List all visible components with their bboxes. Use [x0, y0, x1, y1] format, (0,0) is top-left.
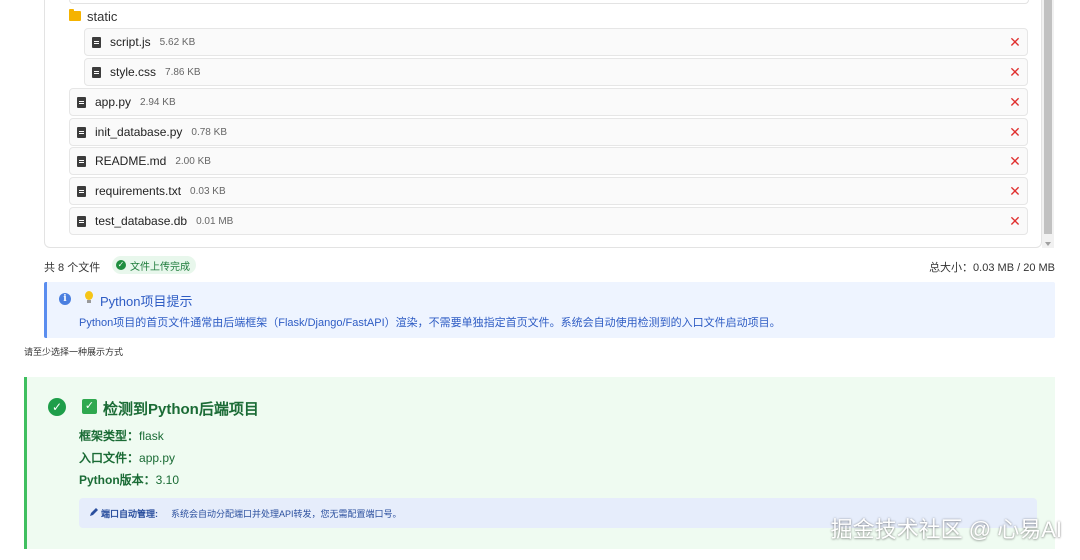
file-row: test_database.db 0.01 MB ✕: [69, 207, 1028, 235]
file-icon: [77, 155, 86, 167]
scrollbar-thumb[interactable]: [1044, 0, 1052, 234]
file-size: 0.78 KB: [191, 126, 227, 138]
file-name: test_database.db: [95, 214, 188, 228]
upload-status-badge: ✓ 文件上传完成: [112, 256, 196, 274]
hint-text: Python项目的首页文件通常由后端框架（Flask/Django/FastAP…: [79, 317, 781, 329]
file-size: 7.86 KB: [165, 66, 201, 78]
file-row-top-edge: [69, 0, 1029, 4]
check-circle-icon: ✓: [48, 398, 66, 416]
file-name: style.css: [110, 65, 157, 79]
remove-file-button[interactable]: ✕: [1007, 34, 1023, 50]
python-hint-box: i Python项目提示 Python项目的首页文件通常由后端框架（Flask/…: [44, 282, 1055, 338]
file-icon: [77, 126, 86, 138]
entry-file-line: 入口文件：app.py: [79, 449, 175, 466]
python-version-value: 3.10: [155, 473, 180, 487]
port-label: 端口自动管理:: [101, 509, 158, 519]
remove-file-button[interactable]: ✕: [1007, 183, 1023, 199]
file-list-scrollbar[interactable]: [1042, 0, 1054, 248]
file-icon: [77, 215, 86, 227]
file-name: app.py: [95, 95, 132, 109]
framework-value: flask: [139, 429, 164, 443]
file-size: 0.03 KB: [190, 185, 226, 197]
file-name: init_database.py: [95, 125, 183, 139]
file-row: requirements.txt 0.03 KB ✕: [69, 177, 1028, 205]
framework-label: 框架类型：: [79, 429, 140, 443]
detection-title: 检测到Python后端项目: [103, 401, 259, 418]
file-icon: [77, 185, 86, 197]
check-square-icon: ✓: [82, 399, 97, 414]
file-icon: [92, 66, 101, 78]
entry-file-label: 入口文件：: [79, 451, 140, 465]
info-icon: i: [59, 293, 71, 305]
file-size: 0.01 MB: [196, 215, 234, 227]
file-name: script.js: [110, 35, 151, 49]
framework-line: 框架类型：flask: [79, 427, 164, 444]
remove-file-button[interactable]: ✕: [1007, 64, 1023, 80]
total-size: 总大小：0.03 MB / 20 MB: [929, 262, 1055, 274]
watermark: 掘金技术社区 @ 心易AI: [830, 517, 1062, 542]
file-name: README.md: [95, 154, 167, 168]
file-size: 2.00 KB: [175, 155, 211, 167]
remove-file-button[interactable]: ✕: [1007, 124, 1023, 140]
remove-file-button[interactable]: ✕: [1007, 153, 1023, 169]
remove-file-button[interactable]: ✕: [1007, 94, 1023, 110]
upload-status-text: 文件上传完成: [130, 261, 190, 273]
file-row: app.py 2.94 KB ✕: [69, 88, 1028, 116]
file-size: 2.94 KB: [140, 96, 176, 108]
light-bulb-icon: [84, 291, 94, 305]
entry-file-value: app.py: [139, 451, 176, 465]
folder-name: static: [87, 8, 118, 24]
file-row: README.md 2.00 KB ✕: [69, 147, 1028, 175]
display-mode-warning: 请至少选择一种展示方式: [24, 347, 124, 357]
port-text: 系统会自动分配端口并处理API转发，您无需配置端口号。: [171, 509, 402, 519]
scroll-down-arrow-icon[interactable]: [1045, 242, 1051, 246]
folder-icon: [69, 9, 81, 21]
file-row: init_database.py 0.78 KB ✕: [69, 118, 1028, 146]
folder-row-static: static: [69, 6, 117, 26]
page: static script.js 5.62 KB ✕ style.css 7.8…: [0, 0, 1080, 560]
file-row: script.js 5.62 KB ✕: [84, 28, 1028, 56]
file-icon: [77, 96, 86, 108]
check-circle-icon: ✓: [116, 260, 126, 270]
remove-file-button[interactable]: ✕: [1007, 213, 1023, 229]
file-row: style.css 7.86 KB ✕: [84, 58, 1028, 86]
file-name: requirements.txt: [95, 184, 182, 198]
python-version-line: Python版本：3.10: [79, 471, 179, 488]
hint-title: Python项目提示: [100, 294, 193, 309]
file-size: 5.62 KB: [159, 36, 196, 48]
file-count: 共 8 个文件: [44, 262, 101, 274]
file-icon: [92, 36, 101, 48]
pencil-icon: [90, 508, 98, 516]
upload-summary: 共 8 个文件 ✓ 文件上传完成 总大小：0.03 MB / 20 MB: [44, 256, 1055, 276]
python-version-label: Python版本：: [79, 473, 156, 487]
